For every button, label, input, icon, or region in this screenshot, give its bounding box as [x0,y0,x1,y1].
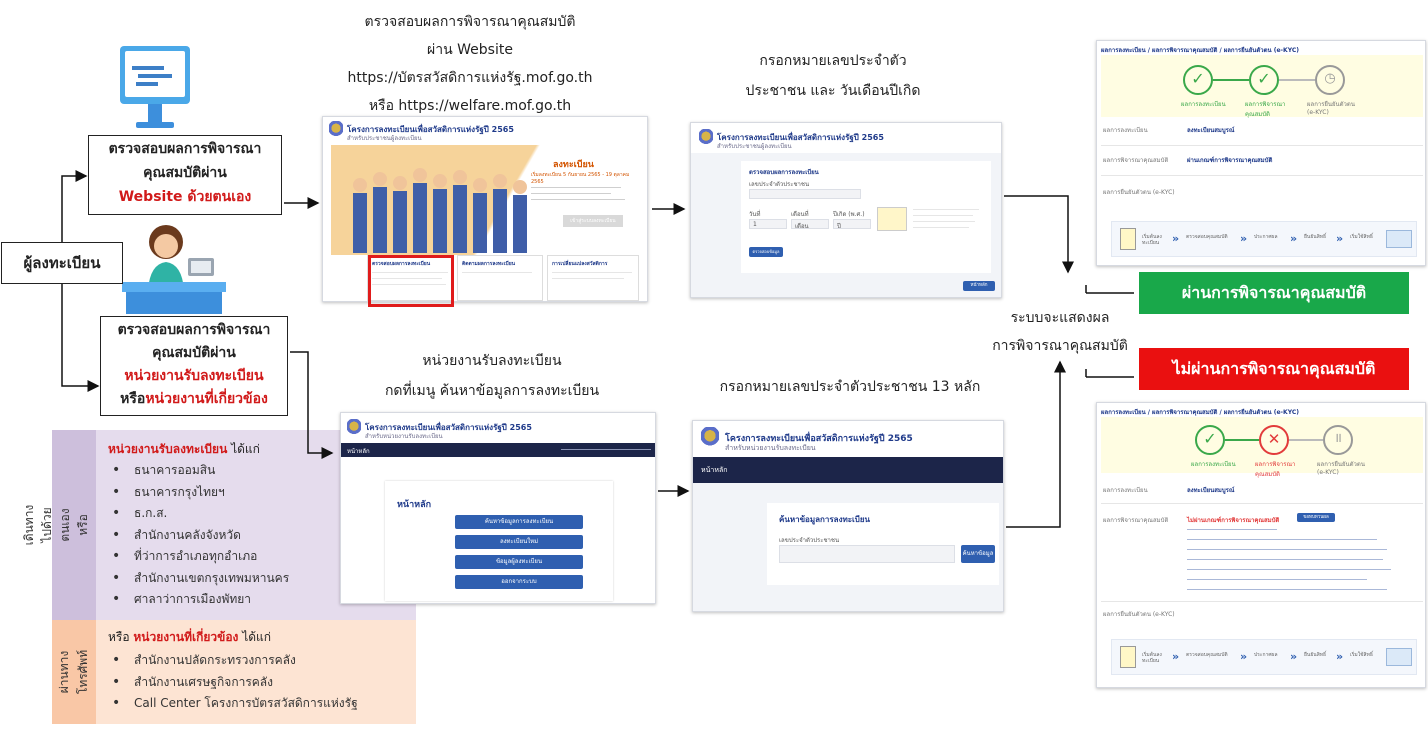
flow-strip: เริ่มต้นลงทะเบียน » ตรวจสอบคุณสมบัติ » ป… [1111,221,1417,257]
registrant-label: ผู้ลงทะเบียน [23,254,101,272]
government-logo-icon [329,121,343,139]
people-illustration [353,168,527,253]
document-icon [1120,228,1136,250]
phone-panel: หรือ หน่วยงานที่เกี่ยวข้อง ได้แก่ สำนักง… [96,620,416,724]
flow-strip: เริ่มต้นลงทะเบียน » ตรวจสอบคุณสมบัติ » ป… [1111,639,1417,675]
agency-check-line2: คุณสมบัติผ่าน [152,345,236,362]
fail-result-screenshot: ผลการลงทะเบียน / ผลการพิจารณาคุณสมบัติ /… [1096,402,1426,688]
card-follow-result: ติดตามผลการลงทะเบียน [457,255,543,301]
agency-check-line1: ตรวจสอบผลการพิจารณา [117,322,271,338]
check-icon: ✓ [1249,65,1279,95]
list-item: สำนักงานเศรษฐกิจการคลัง [108,672,358,694]
pause-icon: ॥ [1323,425,1353,455]
enter-id-heading: กรอกหมายเลขประจำตัว ประชาชน และ วันเดือน… [745,53,921,99]
close-icon: ✕ [1259,425,1289,455]
id-card-sample-icon [877,207,907,231]
service-counter-icon [122,222,226,314]
list-item: ที่ว่าการอำเภอทุกอำเภอ [108,546,289,568]
government-logo-icon [699,129,713,147]
agency-menu-heading: หน่วยงานรับลงทะเบียน กดที่เมนู ค้นหาข้อม… [384,353,600,399]
list-item: ธนาคารออมสิน [108,460,289,482]
self-check-line1: ตรวจสอบผลการพิจารณา [108,141,262,157]
card-welfare-change: การเปลี่ยนแปลงสวัสดิการ [547,255,639,301]
system-show-heading: ระบบจะแสดงผล การพิจารณาคุณสมบัติ [992,310,1128,354]
phone-heading: หรือ หน่วยงานที่เกี่ยวข้อง ได้แก่ [108,630,272,644]
welfare-card-icon [1386,648,1412,666]
list-item: Call Center โครงการบัตรสวัสดิการแห่งรัฐ [108,693,358,715]
list-item: สำนักงานเขตกรุงเทพมหานคร [108,568,289,590]
agency-home-screenshot: โครงการลงทะเบียนเพื่อสวัสดิการแห่งรัฐปี … [340,412,656,604]
list-item: ศาลาว่าการเมืองพัทยา [108,589,289,611]
enter-id-13-heading: กรอกหมายเลขประจำตัวประชาชน 13 หลัก [719,379,981,395]
phone-side-label: ผ่านทางโทรศัพท์ [57,649,91,695]
in-person-side-label: เดินทางไปด้วยตนเอง หรือมอบอำนาจ [22,504,126,546]
agency-check-line4: หรือหน่วยงานที่เกี่ยวข้อง [120,391,268,408]
in-person-heading: หน่วยงานรับลงทะเบียน ได้แก่ [108,442,260,456]
self-check-line2: คุณสมบัติผ่าน [143,164,227,181]
self-check-box: ตรวจสอบผลการพิจารณา คุณสมบัติผ่าน Websit… [88,135,282,215]
list-item: สำนักงานปลัดกระทรวงการคลัง [108,650,358,672]
welfare-card-icon [1386,230,1412,248]
pass-result-screenshot: ผลการลงทะเบียน / ผลการพิจารณาคุณสมบัติ /… [1096,40,1426,266]
clock-icon: ◷ [1315,65,1345,95]
check-icon: ✓ [1195,425,1225,455]
check-icon: ✓ [1183,65,1213,95]
list-item: ธนาคารกรุงไทยฯ [108,482,289,504]
government-logo-icon [701,427,719,449]
agency-check-box: ตรวจสอบผลการพิจารณา คุณสมบัติผ่าน หน่วยง… [100,316,288,416]
computer-icon [118,44,192,134]
registrant-box: ผู้ลงทะเบียน [1,242,123,284]
document-icon [1120,646,1136,668]
self-check-line3: Website ด้วยตนเอง [118,188,252,205]
phone-list: สำนักงานปลัดกระทรวงการคลัง สำนักงานเศรษฐ… [108,650,358,715]
website-check-heading: ตรวจสอบผลการพิจารณาคุณสมบัติ ผ่าน Websit… [347,14,593,114]
highlight-frame [368,255,454,307]
government-logo-icon [347,419,361,437]
agency-search-screenshot: โครงการลงทะเบียนเพื่อสวัสดิการแห่งรัฐปี … [692,420,1004,612]
list-item: ธ.ก.ส. [108,503,289,525]
id-dob-form-screenshot: โครงการลงทะเบียนเพื่อสวัสดิการแห่งรัฐปี … [690,122,1002,298]
agency-check-line3: หน่วยงานรับลงทะเบียน [124,368,264,385]
pass-result-banner: ผ่านการพิจารณาคุณสมบัติ [1139,272,1409,314]
in-person-list: ธนาคารออมสิน ธนาคารกรุงไทยฯ ธ.ก.ส. สำนัก… [108,460,289,611]
list-item: สำนักงานคลังจังหวัด [108,525,289,547]
fail-result-banner: ไม่ผ่านการพิจารณาคุณสมบัติ [1139,348,1409,390]
